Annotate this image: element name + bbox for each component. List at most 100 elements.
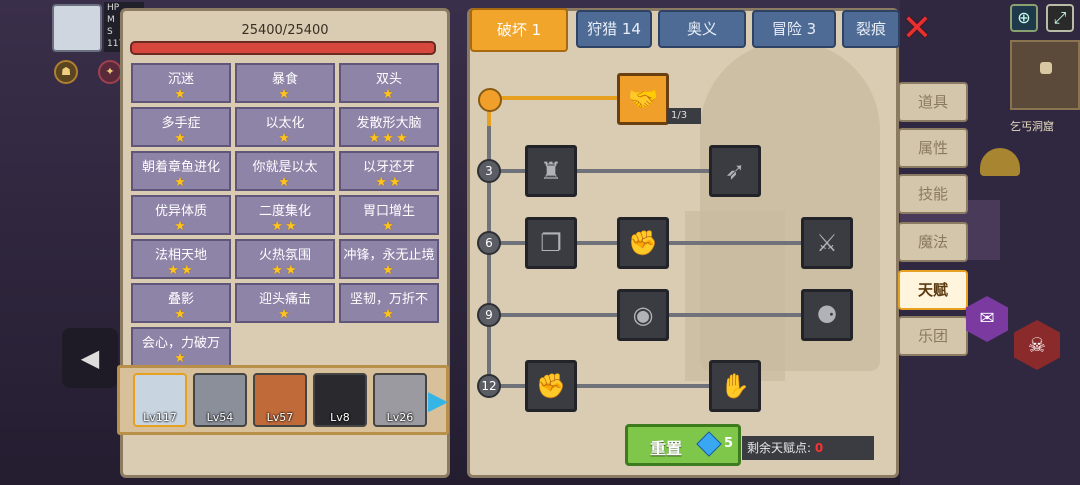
talent-cell[interactable]: 迎头痛击 ★ (235, 283, 335, 323)
talent-name: 沉迷 (167, 72, 194, 87)
star-rating: ★ (174, 87, 188, 102)
dpad-left-button[interactable]: ◀ (62, 328, 118, 388)
menu-band[interactable]: 乐团 (898, 316, 968, 356)
minimap[interactable] (1010, 40, 1080, 110)
tab-hunt[interactable]: 狩猎 14 (576, 10, 652, 48)
talent-cell[interactable]: 发散形大脑 ★★★ (339, 107, 439, 147)
tree-level-12: 12 (477, 374, 501, 398)
fist-icon[interactable]: ✊ (617, 217, 669, 269)
talent-name: 火热氛围 (258, 248, 311, 263)
reset-label: 重置 (650, 439, 683, 458)
talent-cell[interactable]: 会心，力破万 ★ (131, 327, 231, 367)
talent-cell[interactable]: 暴食 ★ (235, 63, 335, 103)
hero-level: Lv54 (206, 411, 234, 424)
hero-portrait[interactable]: Lv8 (313, 373, 367, 427)
diamond-icon (696, 431, 722, 457)
talent-cell[interactable]: 以太化 ★ (235, 107, 335, 147)
treasure-pile (980, 148, 1020, 176)
talent-name: 叠影 (167, 292, 194, 307)
tab-adventure[interactable]: 冒险 3 (752, 10, 836, 48)
star-rating: ★ (382, 219, 396, 234)
talent-cell[interactable]: 火热氛围 ★★ (235, 239, 335, 279)
star-rating: ★★★ (368, 131, 410, 146)
star-rating: ★ (174, 131, 188, 146)
menu-skills[interactable]: 技能 (898, 174, 968, 214)
hero-selector-strip: Lv117 Lv54 Lv57 Lv8 Lv26 ▶ (117, 365, 449, 435)
talent-cell[interactable]: 你就是以太 ★ (235, 151, 335, 191)
talent-cell[interactable]: 双头 ★ (339, 63, 439, 103)
hero-level: Lv8 (330, 411, 350, 424)
talent-name: 双头 (375, 72, 402, 87)
ripple-icon[interactable]: ◉ (617, 289, 669, 341)
buff-icon[interactable]: ☗ (54, 60, 78, 84)
raised-fist-icon[interactable]: ✊ (525, 360, 577, 412)
talent-cell[interactable]: 坚韧，万折不 ★ (339, 283, 439, 323)
star-rating: ★ (278, 87, 292, 102)
hero-portrait[interactable]: Lv57 (253, 373, 307, 427)
star-rating: ★★ (375, 175, 403, 190)
minimap-marker (1040, 62, 1052, 74)
tab-arcane[interactable]: 奥义 (658, 10, 746, 48)
talent-list-panel: 25400/25400 沉迷 ★ 暴食 ★ 双头 ★ 多手症 ★ 以太化 ★ 发散形大脑 ★★★ 朝着章… (117, 8, 450, 478)
talent-cell[interactable]: 优异体质 ★ (131, 195, 231, 235)
talent-cell[interactable]: 朝着章鱼进化 ★ (131, 151, 231, 191)
remaining-points-value: 0 (814, 441, 824, 455)
hero-portrait[interactable]: Lv26 (373, 373, 427, 427)
talent-cell[interactable]: 沉迷 ★ (131, 63, 231, 103)
star-rating: ★ (174, 175, 188, 190)
talent-grid: 沉迷 ★ 暴食 ★ 双头 ★ 多手症 ★ 以太化 ★ 发散形大脑 ★★★ 朝着章鱼进化 ★ 你就是以太 ★ 以牙… (131, 63, 441, 367)
star-rating: ★ (174, 219, 188, 234)
handshake-icon[interactable]: 🤝 (617, 73, 669, 125)
tab-destroy[interactable]: 破坏 1 (470, 8, 568, 52)
remaining-points: 剩余天赋点: 0 (742, 436, 874, 460)
hero-portrait[interactable]: Lv117 (133, 373, 187, 427)
hp-text: 25400/25400 (241, 23, 329, 38)
menu-talents[interactable]: 天赋 (898, 270, 968, 310)
talent-name: 以牙还牙 (362, 160, 415, 175)
talent-cell[interactable]: 胃口增生 ★ (339, 195, 439, 235)
talent-name: 你就是以太 (252, 160, 318, 175)
star-rating: ★ (278, 175, 292, 190)
menu-items[interactable]: 道具 (898, 82, 968, 122)
network-icon[interactable]: ⊕ (1010, 4, 1038, 32)
tree-level-6: 6 (477, 231, 501, 255)
talent-cell[interactable]: 冲锋，永无止境 ★ (339, 239, 439, 279)
hero-level: Lv26 (386, 411, 414, 424)
body-icon[interactable]: ♜ (525, 145, 577, 197)
root-marker (478, 88, 502, 112)
background-castle (685, 211, 785, 381)
talent-name: 发散形大脑 (356, 116, 422, 131)
close-icon[interactable]: ✕ (900, 11, 934, 47)
star-rating: ★ (382, 87, 396, 102)
talent-name: 暴食 (271, 72, 298, 87)
star-rating: ★ (278, 131, 292, 146)
tree-branch-9 (491, 313, 853, 317)
talent-name: 以太化 (265, 116, 305, 131)
player-avatar[interactable] (52, 4, 102, 52)
expand-icon[interactable]: ⤢ (1046, 4, 1074, 32)
menu-magic[interactable]: 魔法 (898, 222, 968, 262)
talent-cell[interactable]: 以牙还牙 ★★ (339, 151, 439, 191)
sword-icon[interactable]: ⚔ (801, 217, 853, 269)
talent-name: 朝着章鱼进化 (141, 160, 220, 175)
tree-level-3: 3 (477, 159, 501, 183)
menu-attributes[interactable]: 属性 (898, 128, 968, 168)
arrow-right-icon[interactable]: ▶ (428, 386, 448, 416)
bandaged-hand-icon[interactable]: ✋ (709, 360, 761, 412)
talent-name: 优异体质 (154, 204, 207, 219)
talent-cell[interactable]: 多手症 ★ (131, 107, 231, 147)
tab-rift[interactable]: 裂痕 (842, 10, 900, 48)
debuff-icon[interactable]: ✦ (98, 60, 122, 84)
talent-cell[interactable]: 叠影 ★ (131, 283, 231, 323)
reset-button[interactable]: 重置 5 (625, 424, 741, 466)
star-rating: ★ (382, 307, 396, 322)
talent-name: 迎头痛击 (258, 292, 311, 307)
cards-icon[interactable]: ❐ (525, 217, 577, 269)
talent-name: 法相天地 (154, 248, 207, 263)
spear-icon[interactable]: ➶ (709, 145, 761, 197)
talent-name: 冲锋，永无止境 (343, 248, 435, 263)
talent-cell[interactable]: 法相天地 ★★ (131, 239, 231, 279)
talent-cell[interactable]: 二度集化 ★★ (235, 195, 335, 235)
wings-icon[interactable]: ⚈ (801, 289, 853, 341)
hero-portrait[interactable]: Lv54 (193, 373, 247, 427)
